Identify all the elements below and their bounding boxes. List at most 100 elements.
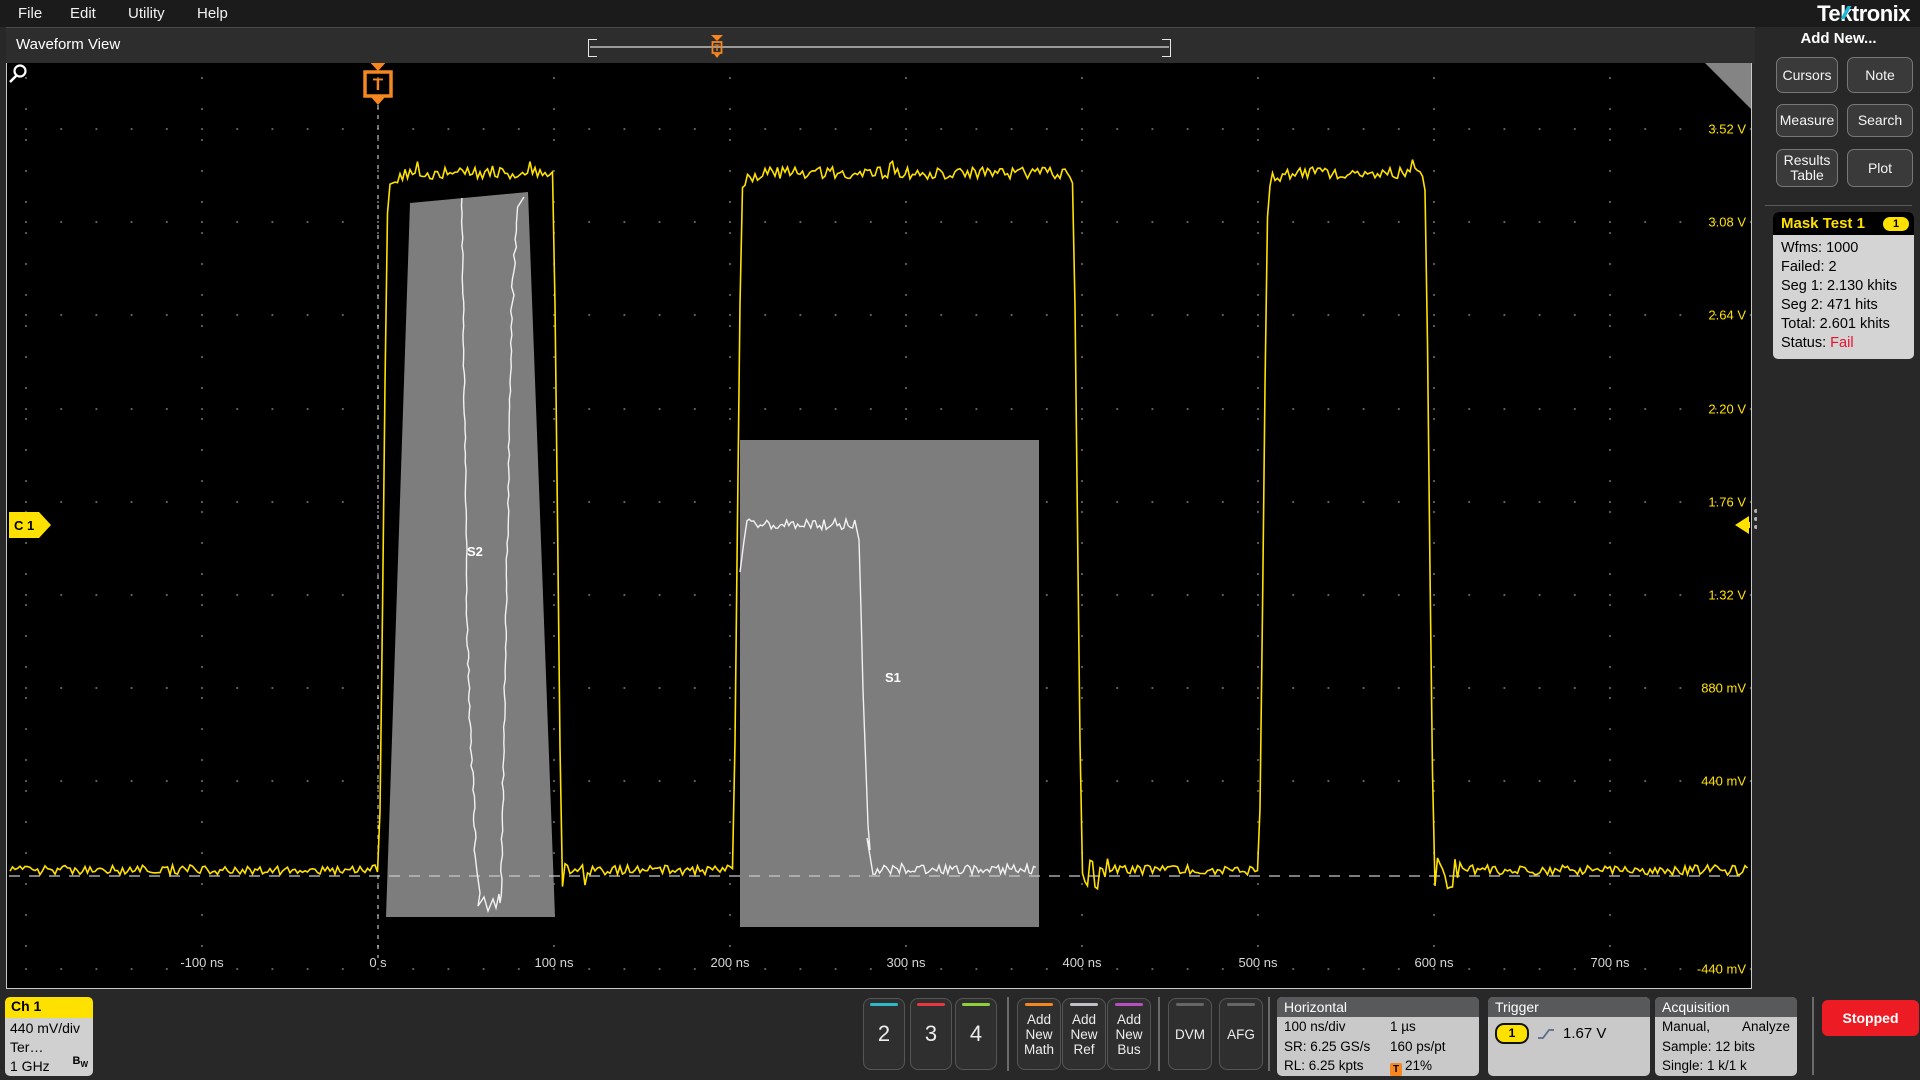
voltage-tick-label: 3.52 V: [1682, 122, 1746, 137]
mask-s1-label: S1: [885, 670, 901, 685]
menu-file[interactable]: File: [18, 0, 42, 27]
acquisition-row-1: Manual,Analyze: [1655, 1017, 1797, 1037]
cursors-button[interactable]: Cursors: [1776, 57, 1838, 93]
magnifier-icon[interactable]: [7, 63, 29, 85]
overview-trigger-icon[interactable]: T: [710, 35, 724, 59]
oscilloscope-app: { "menu": {"items": ["File", "Edit", "Ut…: [0, 0, 1920, 1080]
time-tick-label: 300 ns: [886, 955, 925, 970]
afg-color-stripe: [1227, 1003, 1255, 1006]
separator: [1007, 997, 1009, 1071]
separator: [1268, 997, 1270, 1071]
channel-1-position-marker: C 1: [9, 512, 51, 538]
horizontal-panel-header: Horizontal: [1277, 997, 1479, 1017]
channel-1-header: Ch 1: [5, 997, 93, 1018]
results-table-button[interactable]: Results Table: [1776, 149, 1838, 187]
horizontal-panel[interactable]: Horizontal 100 ns/div1 µs SR: 6.25 GS/s1…: [1277, 997, 1479, 1076]
waveform-view-title: Waveform View: [16, 36, 120, 53]
overview-line: [590, 46, 1169, 48]
channel-3-button[interactable]: 3: [910, 998, 952, 1070]
acquisition-panel[interactable]: Acquisition Manual,Analyze Sample: 12 bi…: [1655, 997, 1797, 1076]
trigger-settings: 1 1.67 V: [1488, 1017, 1650, 1044]
mask-total: Total: 2.601 khits: [1781, 315, 1908, 334]
channel-2-button[interactable]: 2: [863, 998, 905, 1070]
plot-button[interactable]: Plot: [1847, 149, 1913, 187]
trigger-source-badge: 1: [1495, 1023, 1529, 1044]
time-tick-label: 0 s: [369, 955, 386, 970]
run-stop-status-button[interactable]: Stopped: [1822, 1000, 1919, 1036]
mask-s2-label: S2: [467, 544, 483, 559]
trigger-level: 1.67 V: [1563, 1025, 1606, 1042]
channel-4-color-stripe: [962, 1003, 990, 1006]
mask-test-badge: 1: [1883, 217, 1909, 231]
channel-3-color-stripe: [917, 1003, 945, 1006]
bandwidth-limit-icon: BW: [72, 1052, 88, 1074]
bottom-bar: Ch 1 440 mV/div Ter… 1 GHz BW 2 3 4 Add …: [0, 993, 1920, 1080]
time-tick-label: 500 ns: [1238, 955, 1277, 970]
time-tick-label: 700 ns: [1590, 955, 1629, 970]
separator: [1158, 997, 1160, 1071]
menu-bar: File Edit Utility Help Tektronix: [0, 0, 1920, 27]
acquisition-row-3: Single: 1 k/1 k: [1655, 1056, 1797, 1076]
mask-wfms: Wfms: 1000: [1781, 239, 1908, 258]
waveform-plot[interactable]: S1 S2 T C 1 3.52 V 3.08 V 2.64 V 2.20 V 1.76 V 1…: [6, 63, 1752, 989]
svg-text:C 1: C 1: [14, 518, 34, 533]
channel-1-badge[interactable]: Ch 1 440 mV/div Ter… 1 GHz BW: [5, 997, 93, 1076]
sidebar-divider: [1765, 205, 1912, 206]
trigger-panel[interactable]: Trigger 1 1.67 V: [1488, 997, 1650, 1076]
voltage-tick-label: 2.20 V: [1682, 402, 1746, 417]
time-tick-label: 600 ns: [1414, 955, 1453, 970]
ch1-scale: 440 mV/div: [10, 1019, 88, 1038]
search-button[interactable]: Search: [1847, 104, 1913, 137]
add-new-heading: Add New...: [1757, 30, 1920, 47]
trigger-level-arrow: [1735, 516, 1750, 534]
acquisition-panel-header: Acquisition: [1655, 997, 1797, 1017]
dvm-color-stripe: [1176, 1003, 1204, 1006]
bus-color-stripe: [1115, 1003, 1143, 1006]
svg-text:T: T: [714, 43, 720, 53]
voltage-tick-label: 440 mV: [1682, 774, 1746, 789]
mask-status: Status: Fail: [1781, 334, 1908, 353]
add-new-math-button[interactable]: Add New Math: [1017, 998, 1061, 1070]
add-new-ref-button[interactable]: Add New Ref: [1062, 998, 1106, 1070]
right-sidebar: Add New... Cursors Note Measure Search R…: [1757, 27, 1920, 1080]
mask-status-fail: Fail: [1830, 335, 1853, 351]
voltage-tick-label: 880 mV: [1682, 681, 1746, 696]
dvm-button[interactable]: DVM: [1168, 998, 1212, 1070]
time-tick-label: 400 ns: [1062, 955, 1101, 970]
acquisition-row-2: Sample: 12 bits: [1655, 1037, 1797, 1057]
mask-test-panel[interactable]: Mask Test 1 1 Wfms: 1000 Failed: 2 Seg 1…: [1773, 212, 1914, 359]
trigger-position-marker: T: [365, 63, 391, 105]
mask-seg2: Seg 2: 471 hits: [1781, 296, 1908, 315]
horizontal-overview-bar[interactable]: T: [588, 39, 1171, 55]
horizontal-row-2: SR: 6.25 GS/s160 ps/pt: [1277, 1037, 1479, 1057]
scope-canvas: S1 S2 T C 1: [7, 63, 1751, 988]
menu-edit[interactable]: Edit: [70, 0, 96, 27]
measure-button[interactable]: Measure: [1776, 104, 1838, 137]
mask-seg1: Seg 1: 2.130 khits: [1781, 277, 1908, 296]
math-color-stripe: [1025, 1003, 1053, 1006]
voltage-tick-label: 1.32 V: [1682, 588, 1746, 603]
horizontal-row-1: 100 ns/div1 µs: [1277, 1017, 1479, 1037]
trigger-panel-header: Trigger: [1488, 997, 1650, 1017]
time-tick-label: -100 ns: [180, 955, 223, 970]
mask-test-results: Wfms: 1000 Failed: 2 Seg 1: 2.130 khits …: [1773, 235, 1914, 359]
rising-edge-icon: [1538, 1027, 1554, 1041]
time-tick-label: 200 ns: [710, 955, 749, 970]
channel-1-settings: 440 mV/div Ter… 1 GHz BW: [5, 1018, 93, 1076]
channel-2-color-stripe: [870, 1003, 898, 1006]
add-new-bus-button[interactable]: Add New Bus: [1107, 998, 1151, 1070]
voltage-tick-label: 3.08 V: [1682, 215, 1746, 230]
overview-left-bracket[interactable]: [588, 39, 597, 57]
voltage-tick-label: 2.64 V: [1682, 308, 1746, 323]
trigger-position-icon: T: [1390, 1063, 1402, 1076]
channel-4-button[interactable]: 4: [955, 998, 997, 1070]
menu-utility[interactable]: Utility: [128, 0, 165, 27]
zoom-corner[interactable]: [1705, 63, 1751, 109]
menu-help[interactable]: Help: [197, 0, 228, 27]
overview-right-bracket[interactable]: [1162, 39, 1171, 57]
horizontal-row-3: RL: 6.25 kptsT21%: [1277, 1056, 1479, 1076]
voltage-tick-label: 1.76 V: [1682, 495, 1746, 510]
afg-button[interactable]: AFG: [1219, 998, 1263, 1070]
note-button[interactable]: Note: [1847, 57, 1913, 93]
separator: [1812, 997, 1814, 1075]
